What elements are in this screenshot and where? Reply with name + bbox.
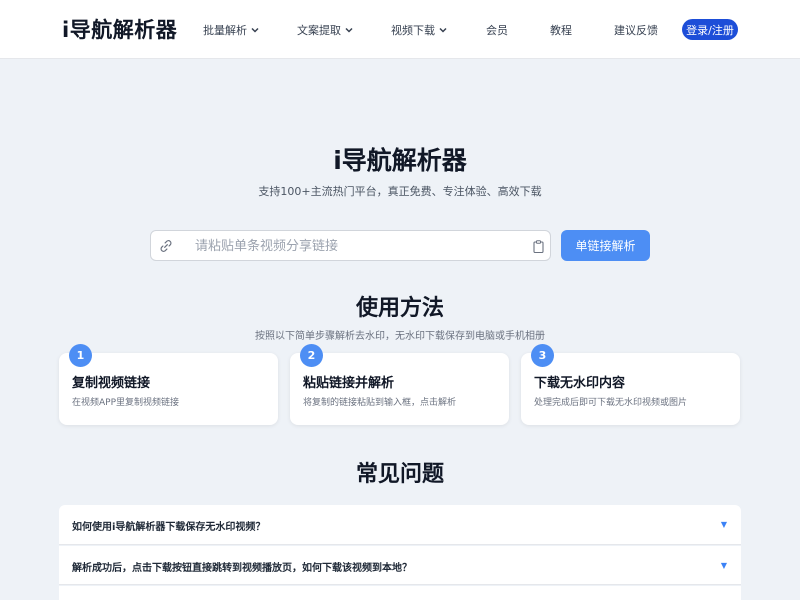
step-number-badge: 2 xyxy=(300,344,323,367)
video-link-input[interactable] xyxy=(195,233,525,259)
howto-title: 使用方法 xyxy=(355,296,444,321)
nav-label: 文案提取 xyxy=(297,24,341,37)
nav-label: 视频下载 xyxy=(391,24,435,37)
login-register-button[interactable]: 登录/注册 xyxy=(682,19,738,40)
nav-label: 会员 xyxy=(486,24,508,37)
step-title: 粘贴链接并解析 xyxy=(303,376,395,391)
nav-label: 建议反馈 xyxy=(614,24,658,37)
search-box xyxy=(150,230,551,261)
link-icon xyxy=(160,240,172,252)
nav-membership[interactable]: 会员 xyxy=(486,22,508,38)
nav-label: 教程 xyxy=(550,24,572,37)
step-number-badge: 1 xyxy=(69,344,92,367)
faq-question: 解析成功后，点击下载按钮直接跳转到视频播放页，如何下载该视频到本地？ xyxy=(72,563,412,574)
faq-item[interactable] xyxy=(59,586,741,600)
nav-batch-parse[interactable]: 批量解析 xyxy=(203,22,260,38)
step-card: 2 粘贴链接并解析 将复制的链接粘贴到输入框，点击解析 xyxy=(290,344,509,425)
faq-item[interactable]: 解析成功后，点击下载按钮直接跳转到视频播放页，如何下载该视频到本地？ ▼ xyxy=(59,546,741,585)
single-link-parse-button[interactable]: 单链接解析 xyxy=(561,230,650,261)
step-description: 将复制的链接粘贴到输入框，点击解析 xyxy=(303,398,457,408)
step-title: 下载无水印内容 xyxy=(534,376,626,391)
caret-down-icon: ▼ xyxy=(720,561,727,570)
faq-question: 如何使用i导航解析器下载保存无水印视频？ xyxy=(72,522,266,533)
hero-subtitle: 支持100+主流热门平台，真正免费、专注体验、高效下载 xyxy=(258,185,542,198)
nav-text-extract[interactable]: 文案提取 xyxy=(297,22,354,38)
faq-item[interactable]: 如何使用i导航解析器下载保存无水印视频？ ▼ xyxy=(59,505,741,545)
site-header: i导航解析器 批量解析 文案提取 视频下载 会员 教程 建议反馈 登录/注册 xyxy=(0,0,800,59)
step-card: 3 下载无水印内容 处理完成后即可下载无水印视频或图片 xyxy=(521,344,740,425)
step-description: 在视频APP里复制视频链接 xyxy=(72,398,180,408)
step-card: 1 复制视频链接 在视频APP里复制视频链接 xyxy=(59,344,278,425)
step-number-badge: 3 xyxy=(531,344,554,367)
clipboard-icon[interactable] xyxy=(533,240,544,253)
howto-subtitle: 按照以下简单步骤解析去水印，无水印下载保存到电脑或手机相册 xyxy=(255,331,545,342)
step-title: 复制视频链接 xyxy=(72,376,151,391)
site-logo[interactable]: i导航解析器 xyxy=(62,14,177,44)
chevron-down-icon xyxy=(439,27,447,33)
nav-feedback[interactable]: 建议反馈 xyxy=(614,22,658,38)
nav-label: 批量解析 xyxy=(203,24,247,37)
chevron-down-icon xyxy=(345,27,353,33)
step-description: 处理完成后即可下载无水印视频或图片 xyxy=(534,398,688,408)
chevron-down-icon xyxy=(251,27,259,33)
hero-title: i导航解析器 xyxy=(333,146,467,175)
nav-tutorial[interactable]: 教程 xyxy=(550,22,572,38)
faq-title: 常见问题 xyxy=(355,462,444,487)
nav-video-download[interactable]: 视频下载 xyxy=(391,22,448,38)
caret-down-icon: ▼ xyxy=(720,520,727,529)
